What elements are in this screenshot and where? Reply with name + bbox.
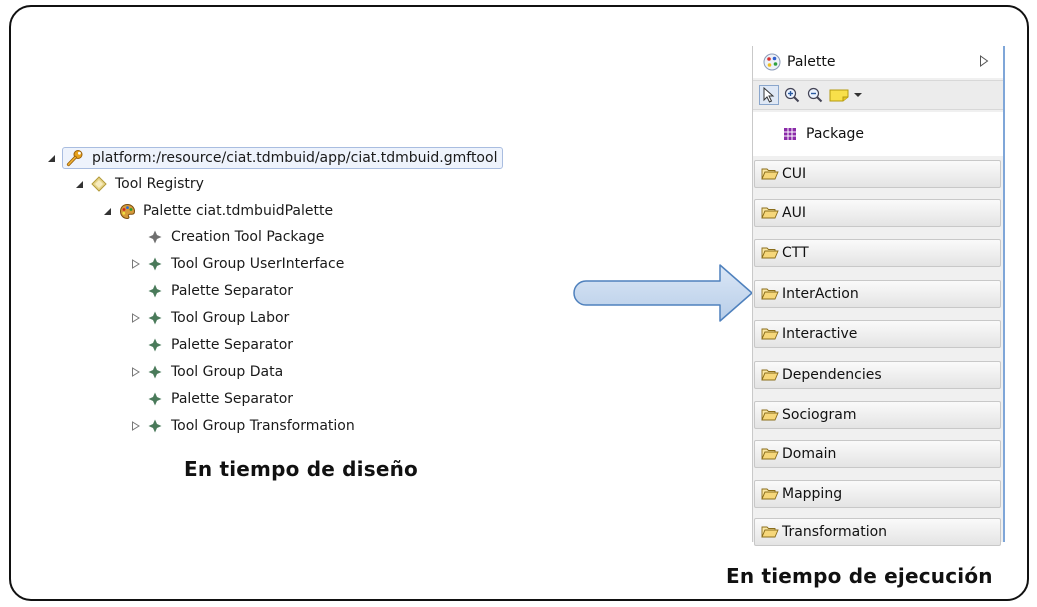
palette-entry-package[interactable]: Package <box>753 112 1003 156</box>
drawer-label: InterAction <box>782 286 859 302</box>
collapsed-triangle-icon[interactable] <box>128 365 142 379</box>
tool-group-star-icon <box>146 309 164 327</box>
tree-item-palette-separator[interactable]: Palette Separator <box>128 333 293 357</box>
drawer-label: Dependencies <box>782 367 882 383</box>
twisty-placeholder <box>128 284 142 298</box>
palette-color-icon <box>763 53 781 71</box>
tree-item-label: Palette Separator <box>171 337 294 353</box>
folder-icon <box>761 206 779 220</box>
palette-title: Palette <box>787 54 836 70</box>
drawer-interactive[interactable]: Interactive <box>754 320 1001 348</box>
tree-item-tool-group-userinterface[interactable]: Tool Group UserInterface <box>128 252 344 276</box>
folder-icon <box>761 246 779 260</box>
folder-icon <box>761 368 779 382</box>
drawer-label: Sociogram <box>782 407 857 423</box>
zoom-in-icon[interactable] <box>782 85 802 105</box>
drawer-label: Mapping <box>782 486 843 502</box>
twisty-placeholder <box>128 392 142 406</box>
drawer-ctt[interactable]: CTT <box>754 239 1001 267</box>
tree-item-tool-group-data[interactable]: Tool Group Data <box>128 360 283 384</box>
twisty-placeholder <box>128 338 142 352</box>
collapse-palette-icon[interactable] <box>979 54 989 70</box>
drawer-cui[interactable]: CUI <box>754 160 1001 188</box>
separator-star-icon <box>146 390 164 408</box>
tree-item-palette-separator[interactable]: Palette Separator <box>128 279 293 303</box>
tool-star-icon <box>146 228 164 246</box>
folder-icon <box>761 287 779 301</box>
tree-item-label: Tool Group Data <box>171 364 284 380</box>
drawer-label: AUI <box>782 205 806 221</box>
drawer-label: Transformation <box>782 524 888 540</box>
tool-group-star-icon <box>146 255 164 273</box>
tree-item-label: Tool Group Labor <box>171 310 290 326</box>
expanded-triangle-icon[interactable] <box>100 204 114 218</box>
folder-icon <box>761 487 779 501</box>
package-grid-icon <box>781 125 799 143</box>
tree-item-palette-separator[interactable]: Palette Separator <box>128 387 293 411</box>
expanded-triangle-icon[interactable] <box>72 177 86 191</box>
drawer-mapping[interactable]: Mapping <box>754 480 1001 508</box>
palette-toolbar <box>753 80 1003 110</box>
folder-icon <box>761 327 779 341</box>
tree-root-label: platform:/resource/ciat.tdmbuid/app/ciat… <box>92 150 498 166</box>
tree-item-label: Tool Group Transformation <box>171 418 355 434</box>
drawer-dependencies[interactable]: Dependencies <box>754 361 1001 389</box>
tree-item-creation-tool-package[interactable]: Creation Tool Package <box>128 225 324 249</box>
drawer-domain[interactable]: Domain <box>754 440 1001 468</box>
folder-icon <box>761 167 779 181</box>
expanded-triangle-icon[interactable] <box>44 151 58 165</box>
tree-item-label: Tool Registry <box>115 176 204 192</box>
drawer-transformation[interactable]: Transformation <box>754 518 1001 546</box>
drawer-sociogram[interactable]: Sociogram <box>754 401 1001 429</box>
tree-item-label: Palette Separator <box>171 391 294 407</box>
drawer-interaction[interactable]: InterAction <box>754 280 1001 308</box>
tree-item-palette[interactable]: Palette ciat.tdmbuidPalette <box>100 199 333 223</box>
collapsed-triangle-icon[interactable] <box>128 419 142 433</box>
drawer-label: Interactive <box>782 326 858 342</box>
dropdown-arrow-icon[interactable] <box>853 85 863 105</box>
tool-group-star-icon <box>146 417 164 435</box>
collapsed-triangle-icon[interactable] <box>128 257 142 271</box>
tree-item-tool-registry[interactable]: Tool Registry <box>72 172 204 196</box>
tree-item-label: Palette ciat.tdmbuidPalette <box>143 203 334 219</box>
folder-icon <box>761 408 779 422</box>
resource-wrench-icon <box>66 149 84 167</box>
tree-item-tool-group-transformation[interactable]: Tool Group Transformation <box>128 414 355 438</box>
note-icon[interactable] <box>828 85 850 105</box>
drawer-label: CUI <box>782 166 807 182</box>
tree-item-label: Creation Tool Package <box>171 229 325 245</box>
zoom-out-icon[interactable] <box>805 85 825 105</box>
tree-item-label: Palette Separator <box>171 283 294 299</box>
tree-root-row[interactable]: platform:/resource/ciat.tdmbuid/app/ciat… <box>44 146 504 170</box>
drawer-label: CTT <box>782 245 809 261</box>
tool-group-star-icon <box>146 363 164 381</box>
folder-icon <box>761 525 779 539</box>
palette-header: Palette <box>753 46 1003 78</box>
design-time-caption: En tiempo de diseño <box>184 457 418 481</box>
select-tool-icon[interactable] <box>759 85 779 105</box>
right-arrow-icon <box>573 264 753 322</box>
tree-root-selection[interactable]: platform:/resource/ciat.tdmbuid/app/ciat… <box>62 147 504 169</box>
twisty-placeholder <box>128 230 142 244</box>
registry-diamond-icon <box>90 175 108 193</box>
tree-item-tool-group-labor[interactable]: Tool Group Labor <box>128 306 289 330</box>
palette-icon <box>118 202 136 220</box>
collapsed-triangle-icon[interactable] <box>128 311 142 325</box>
drawer-aui[interactable]: AUI <box>754 199 1001 227</box>
drawer-label: Domain <box>782 446 837 462</box>
palette-entry-label: Package <box>806 126 865 142</box>
runtime-caption: En tiempo de ejecución <box>726 564 993 588</box>
separator-star-icon <box>146 282 164 300</box>
tree-item-label: Tool Group UserInterface <box>171 256 345 272</box>
folder-icon <box>761 447 779 461</box>
palette-panel: Palette Package CUI AUI CTT InterAction … <box>752 46 1005 546</box>
separator-star-icon <box>146 336 164 354</box>
